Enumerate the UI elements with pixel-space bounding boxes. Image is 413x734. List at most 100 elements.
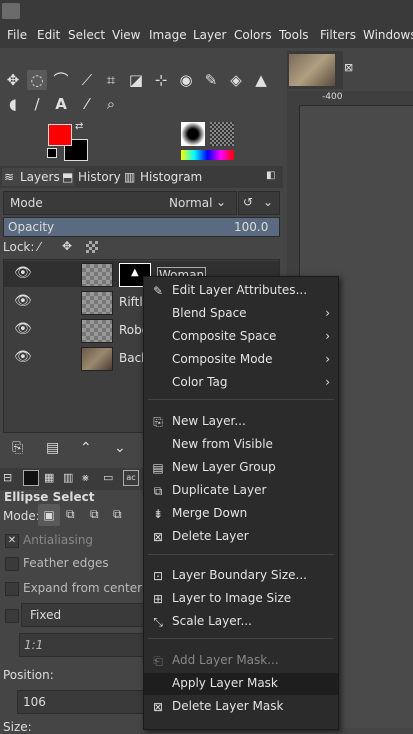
zoom-tool-icon[interactable]: ⌕	[101, 94, 121, 114]
expand-from-center-checkbox[interactable]	[5, 582, 19, 596]
feather-edges-checkbox[interactable]	[5, 557, 19, 571]
menu-item-merge-down[interactable]: ⇟ Merge Down	[144, 503, 338, 525]
composite-mode-button[interactable]: ↺ ⌄	[238, 191, 280, 215]
menu-item-blend-space[interactable]: Blend Space ›	[144, 303, 338, 325]
layer-thumbnail	[81, 291, 113, 315]
submenu-arrow-icon: ›	[325, 329, 330, 343]
fuzzy-select-tool-icon[interactable]: ⟋	[77, 70, 97, 90]
menu-select[interactable]: Select	[68, 28, 105, 42]
intersect-mode-icon[interactable]: ⧉	[113, 507, 122, 522]
menu-item-duplicate-layer[interactable]: ⧉ Duplicate Layer	[144, 480, 338, 502]
menu-tools[interactable]: Tools	[279, 28, 309, 42]
tab-menu-icon[interactable]: ◧	[266, 170, 275, 181]
free-select-tool-icon[interactable]: ⌒	[51, 70, 71, 90]
eye-icon[interactable]: 👁	[14, 265, 32, 283]
move-tool-icon[interactable]: ✥	[3, 70, 23, 90]
image-tab[interactable]	[287, 51, 343, 89]
menu-item-new-from-visible[interactable]: New from Visible	[144, 434, 338, 456]
layer-thumbnail	[81, 263, 113, 287]
path-tool-icon[interactable]: ▲	[251, 70, 271, 90]
menu-item-layer-boundary-size[interactable]: ⊡ Layer Boundary Size...	[144, 565, 338, 587]
menu-windows[interactable]: Windows	[363, 28, 413, 42]
menu-item-add-layer-mask[interactable]: ⎗ Add Layer Mask...	[144, 650, 338, 672]
subtract-mode-icon[interactable]: ⧉	[90, 507, 99, 522]
brush-preview[interactable]	[181, 122, 205, 146]
antialiasing-checkbox[interactable]: ✕	[5, 534, 19, 548]
selection-mode-label: Mode:	[3, 509, 40, 523]
replace-mode-icon[interactable]: ▣	[38, 504, 60, 526]
pattern-preview[interactable]	[210, 122, 234, 146]
foreground-color-swatch[interactable]	[48, 124, 72, 146]
eye-icon[interactable]: 👁	[14, 349, 32, 367]
horizontal-ruler: -400	[287, 91, 413, 106]
bucket-fill-tool-icon[interactable]: ◉	[176, 70, 196, 90]
dynamics-tab-icon[interactable]: ⨳	[82, 471, 89, 485]
smudge-tool-icon[interactable]: ∕	[27, 94, 47, 114]
default-colors-icon[interactable]	[47, 148, 57, 158]
eye-icon[interactable]: 👁	[14, 321, 32, 339]
warp-tool-icon[interactable]: ⊹	[151, 70, 171, 90]
menu-item-new-layer[interactable]: ⎘ New Layer...	[144, 411, 338, 433]
close-tab-icon[interactable]: ⊠	[344, 61, 353, 74]
clone-tool-icon[interactable]: ◈	[226, 70, 246, 90]
transform-tool-icon[interactable]: ◪	[126, 70, 146, 90]
palettes-tab-icon[interactable]: ac	[123, 470, 139, 486]
menu-item-apply-layer-mask[interactable]: Apply Layer Mask	[144, 673, 338, 695]
menu-item-delete-layer-mask[interactable]: ⊠ Delete Layer Mask	[144, 696, 338, 718]
ratio-input[interactable]: 1:1	[19, 633, 145, 657]
color-picker-tool-icon[interactable]: ⁄	[77, 94, 97, 114]
menu-item-layer-to-image-size[interactable]: ⊞ Layer to Image Size	[144, 588, 338, 610]
menu-image[interactable]: Image	[149, 28, 187, 42]
gradient-preview[interactable]	[181, 150, 234, 160]
patterns-tab-icon[interactable]: ▦	[44, 471, 54, 484]
size-label: Size:	[3, 720, 32, 734]
lock-position-icon[interactable]: ✥	[62, 239, 72, 253]
images-tab-icon[interactable]: ▭	[103, 471, 113, 484]
mode-select[interactable]: Mode Normal ⌄	[3, 191, 237, 215]
menu-view[interactable]: View	[112, 28, 140, 42]
layer-thumbnail	[81, 319, 113, 343]
fonts-tab-icon[interactable]: ▥	[63, 471, 73, 484]
menu-item-composite-space[interactable]: Composite Space ›	[144, 326, 338, 348]
eye-icon[interactable]: 👁	[14, 293, 32, 311]
add-mode-icon[interactable]: ⧉	[66, 507, 75, 522]
new-layer-icon[interactable]: ⎘	[12, 440, 23, 456]
menu-layer[interactable]: Layer	[193, 28, 226, 42]
text-tool-icon[interactable]: A	[51, 94, 71, 114]
fixed-checkbox[interactable]	[5, 609, 19, 623]
position-input[interactable]: 106	[17, 690, 145, 714]
opacity-slider[interactable]: Opacity 100.0	[3, 217, 280, 237]
menu-item-delete-layer[interactable]: ⊠ Delete Layer	[144, 526, 338, 548]
paintbrush-tool-icon[interactable]: ✎	[201, 70, 221, 90]
menu-item-new-layer-group[interactable]: ▤ New Layer Group	[144, 457, 338, 479]
menu-edit[interactable]: Edit	[37, 28, 60, 42]
ellipse-select-tool-icon[interactable]: ◌	[27, 70, 47, 90]
mode-label: Mode	[10, 196, 43, 210]
lock-alpha-icon[interactable]	[86, 241, 98, 253]
tool-options-tab-icon[interactable]: ⊟	[3, 471, 12, 484]
layer-name[interactable]: Riftli	[119, 295, 146, 309]
menu-item-color-tag[interactable]: Color Tag ›	[144, 372, 338, 394]
raise-layer-icon[interactable]: ⌃	[80, 440, 92, 456]
dodge-tool-icon[interactable]: ◖	[3, 94, 23, 114]
menu-file[interactable]: File	[7, 28, 27, 42]
menu-separator	[148, 638, 334, 639]
boundary-size-icon: ⊡	[152, 569, 164, 583]
menu-item-composite-mode[interactable]: Composite Mode ›	[144, 349, 338, 371]
menu-colors[interactable]: Colors	[234, 28, 272, 42]
new-layer-group-icon[interactable]: ▤	[46, 440, 59, 456]
lower-layer-icon[interactable]: ⌄	[114, 440, 126, 456]
fixed-select[interactable]: Fixed	[21, 603, 145, 627]
crop-tool-icon[interactable]: ⌗	[101, 70, 121, 90]
swap-colors-icon[interactable]: ⇄	[75, 121, 83, 132]
submenu-arrow-icon: ›	[325, 375, 330, 389]
menu-filters[interactable]: Filters	[320, 28, 356, 42]
histogram-icon: ▥	[124, 170, 136, 184]
tab-histogram[interactable]: ▥ Histogram	[122, 168, 216, 186]
menu-item-scale-layer[interactable]: ⤡ Scale Layer...	[144, 611, 338, 633]
lock-pixels-icon[interactable]: ⁄	[38, 240, 40, 254]
ratio-value: 1:1	[24, 638, 44, 652]
brushes-tab-icon[interactable]	[23, 470, 39, 486]
position-label: Position:	[3, 668, 54, 682]
menu-item-edit-layer-attributes[interactable]: ✎ Edit Layer Attributes...	[144, 280, 338, 302]
